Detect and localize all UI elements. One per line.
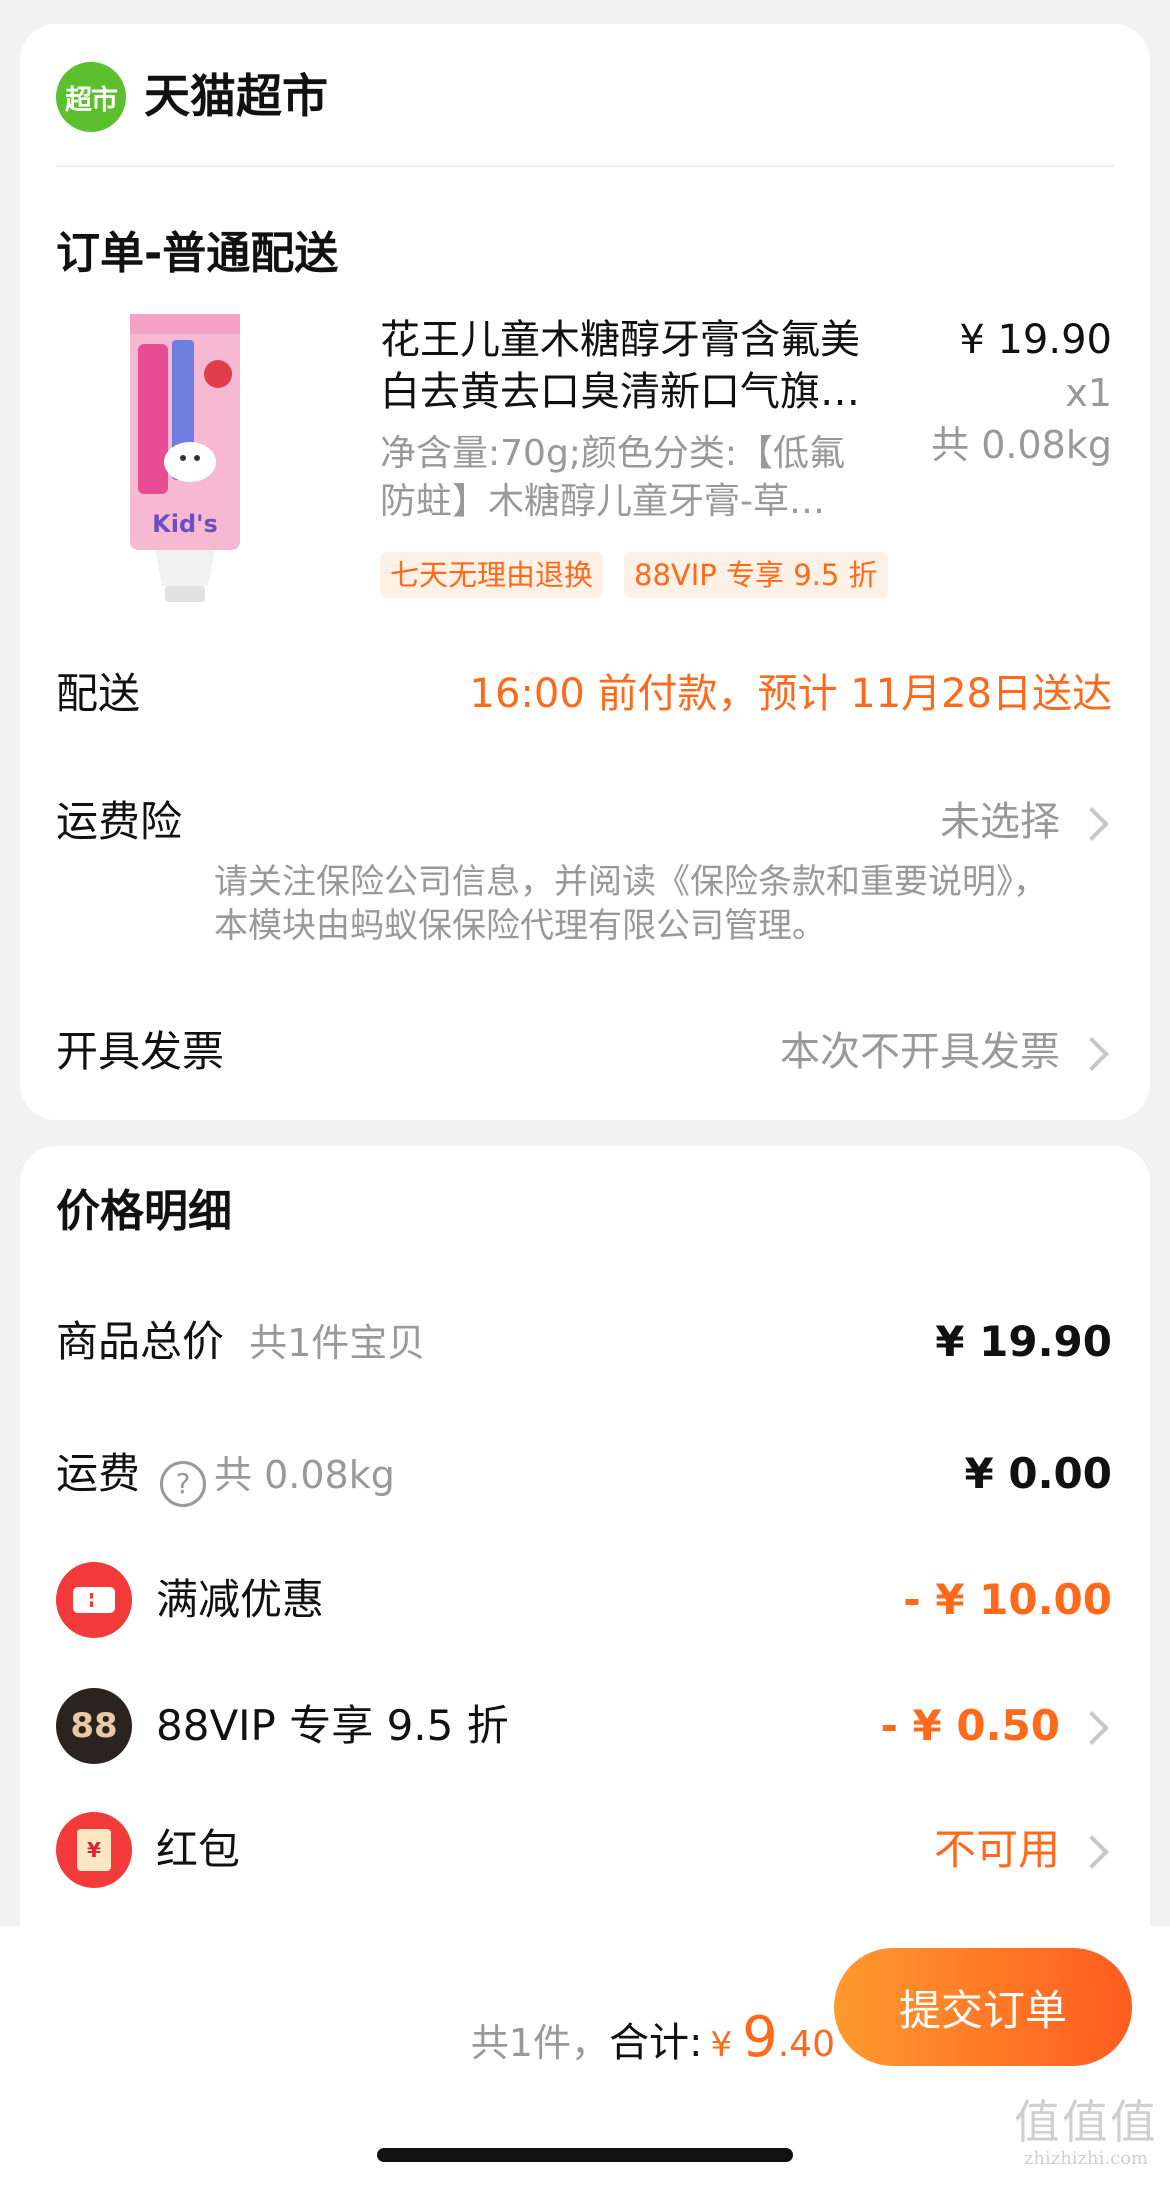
checkout-bar: 共1件，合计: ¥9.40 提交订单 xyxy=(0,1926,1170,2188)
product-title-line2: 白去黄去口臭清新口气旗… xyxy=(380,369,860,415)
store-name[interactable]: 天猫超市 xyxy=(144,66,328,126)
product-price: ¥ 19.90 xyxy=(959,317,1112,363)
chevron-right-icon xyxy=(1075,807,1109,841)
shipping-fee-weight: 共 0.08kg xyxy=(214,1453,395,1497)
red-packet-icon: ¥ xyxy=(56,1812,132,1888)
product-title[interactable]: 花王儿童木糖醇牙膏含氟美 白去黄去口臭清新口气旗… xyxy=(380,314,920,418)
invoice-label: 开具发票 xyxy=(56,1027,225,1076)
shipping-fee-value: ¥ 0.00 xyxy=(964,1449,1112,1498)
discount-label: 满减优惠 xyxy=(156,1575,325,1624)
vip-discount-label: 88VIP 专享 9.5 折 xyxy=(156,1701,509,1750)
store-logo-icon[interactable]: 超市 xyxy=(56,62,126,132)
price-detail-title: 价格明细 xyxy=(56,1186,232,1237)
goods-total-value: ¥ 19.90 xyxy=(935,1317,1112,1366)
product-title-line1: 花王儿童木糖醇牙膏含氟美 xyxy=(380,317,860,363)
goods-total-label: 商品总价 xyxy=(56,1317,225,1366)
shipping-insurance-value: 未选择 xyxy=(940,799,1060,845)
goods-total-count: 共1件宝贝 xyxy=(249,1321,426,1365)
product-image[interactable]: Kid's xyxy=(110,304,260,614)
red-packet-label: 红包 xyxy=(156,1825,241,1874)
svg-text:Kid's: Kid's xyxy=(152,510,218,538)
total-label: 合计: xyxy=(608,2020,703,2066)
vip-discount-value: - ¥ 0.50 xyxy=(880,1701,1060,1750)
insurance-note: 请关注保险公司信息，并阅读《保险条款和重要说明》，本模块由蚂蚁保保险代理有限公司… xyxy=(214,862,1047,946)
shipping-fee-label: 运费 xyxy=(56,1449,141,1498)
shipping-fee-label-group: 运费? 共 0.08kg xyxy=(56,1446,395,1511)
total-currency: ¥ xyxy=(710,2025,733,2065)
home-indicator xyxy=(377,2148,793,2162)
product-spec[interactable]: 净含量:70g;颜色分类:【低氟 防蛀】木糖醇儿童牙膏-草… xyxy=(380,430,910,526)
order-card: 超市 天猫超市 订单-普通配送 Kid's 花王儿童木糖醇牙膏含氟美 白去黄去口… xyxy=(20,24,1150,1120)
watermark-mark: 值值值 xyxy=(1014,2095,1158,2149)
submit-order-button[interactable]: 提交订单 xyxy=(834,1948,1132,2066)
tag-88vip: 88VIP 专享 9.5 折 xyxy=(624,552,888,598)
price-detail-card: 价格明细 商品总价 共1件宝贝 ¥ 19.90 运费? 共 0.08kg ¥ 0.… xyxy=(20,1146,1150,1926)
total-integer: 9 xyxy=(742,2005,778,2070)
chevron-right-icon xyxy=(1075,1835,1109,1869)
order-total: 共1件，合计: ¥9.40 xyxy=(471,2008,835,2081)
88vip-icon: 88 xyxy=(56,1688,132,1764)
watermark: 值值值 zhizhizhi.com xyxy=(1014,2096,1158,2170)
total-decimal: .40 xyxy=(777,2024,835,2065)
divider xyxy=(56,165,1114,167)
product-spec-line1: 净含量:70g;颜色分类:【低氟 xyxy=(380,433,846,474)
product-quantity: x1 xyxy=(1065,371,1112,415)
chevron-right-icon xyxy=(1075,1037,1109,1071)
help-icon[interactable]: ? xyxy=(160,1460,207,1507)
coupon-icon xyxy=(56,1562,132,1638)
shipping-insurance-label: 运费险 xyxy=(56,797,183,846)
tag-free-return: 七天无理由退换 xyxy=(380,552,604,598)
item-count: 共1件， xyxy=(470,2021,609,2065)
invoice-value: 本次不开具发票 xyxy=(780,1029,1060,1075)
delivery-label: 配送 xyxy=(56,669,141,718)
order-section-title: 订单-普通配送 xyxy=(56,228,339,279)
product-spec-line2: 防蛀】木糖醇儿童牙膏-草… xyxy=(380,481,825,522)
goods-total-label-group: 商品总价 共1件宝贝 xyxy=(56,1314,425,1379)
discount-value: - ¥ 10.00 xyxy=(903,1575,1112,1624)
chevron-right-icon xyxy=(1075,1711,1109,1745)
red-packet-value: 不可用 xyxy=(933,1825,1060,1874)
watermark-url: zhizhizhi.com xyxy=(1023,2148,1149,2169)
delivery-value: 16:00 前付款，预计 11月28日送达 xyxy=(469,671,1113,717)
product-weight: 共 0.08kg xyxy=(931,423,1112,467)
